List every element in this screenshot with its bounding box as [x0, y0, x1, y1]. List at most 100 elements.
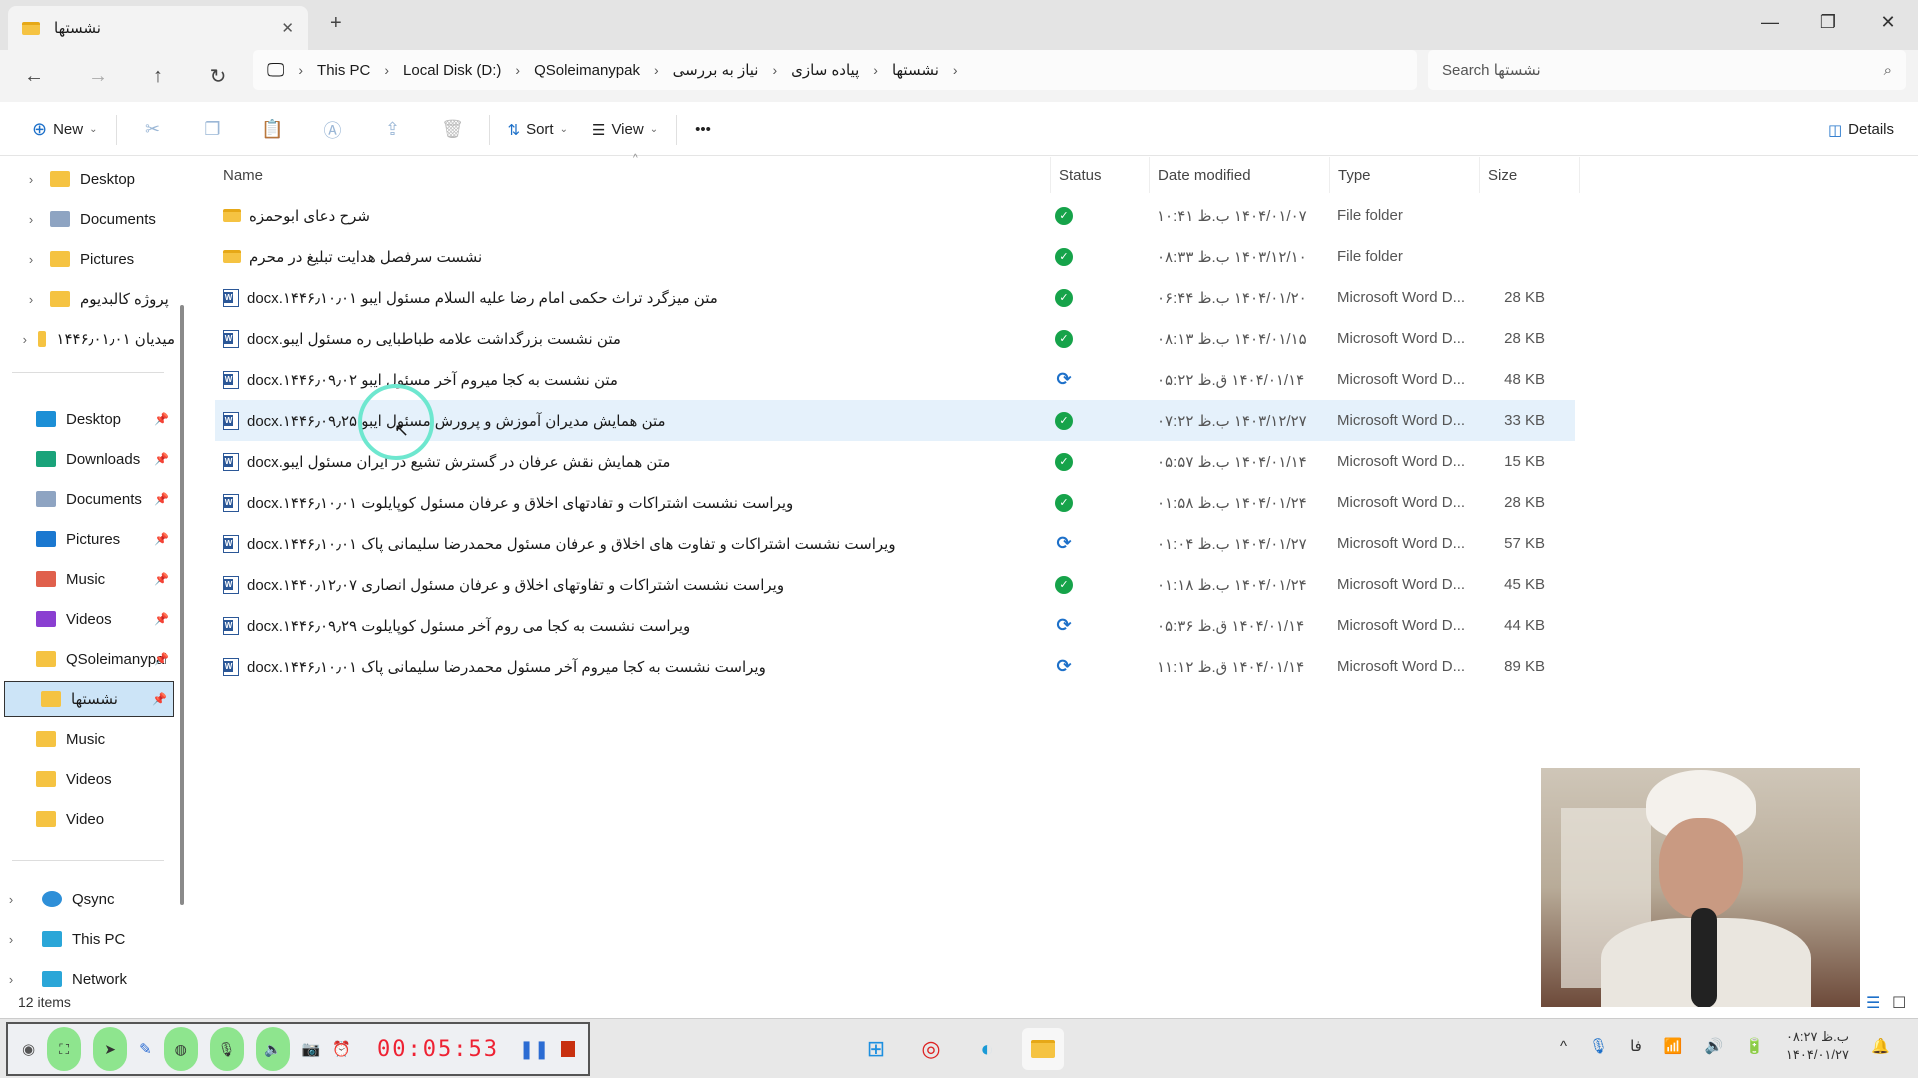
tab-active[interactable]: نشستها ✕	[8, 6, 308, 50]
more-options-button[interactable]: •••	[683, 112, 723, 148]
up-icon[interactable]: ↑	[128, 65, 188, 88]
cursor-icon[interactable]: ➤	[93, 1027, 128, 1071]
microphone-icon[interactable]: 🎙	[209, 1027, 244, 1071]
sidebar-item-quick-access[interactable]: Desktop 📌	[0, 401, 175, 437]
close-window-button[interactable]: ✕	[1860, 6, 1916, 38]
sidebar-tree-item[interactable]: › Documents	[0, 201, 175, 237]
search-input[interactable]: Search نشستها ⌕	[1428, 50, 1906, 90]
chevron-right-icon[interactable]: ›	[20, 252, 42, 267]
battery-icon[interactable]: 🔋	[1745, 1037, 1764, 1055]
forward-icon[interactable]: →	[68, 65, 128, 88]
column-date-modified[interactable]: Date modified	[1150, 157, 1330, 193]
sidebar-item-quick-access[interactable]: Downloads 📌	[0, 441, 175, 477]
new-tab-button[interactable]: +	[330, 12, 342, 35]
sidebar-tree-item[interactable]: › ۱۴۴۶٫۰۱٫۰۱ میدیان	[0, 321, 175, 357]
chevron-up-icon[interactable]: ^	[1560, 1038, 1567, 1055]
chevron-right-icon[interactable]: ›	[0, 972, 22, 987]
sidebar-item-quick-access[interactable]: Videos	[0, 761, 175, 797]
webcam-icon[interactable]: ◍	[163, 1027, 198, 1071]
share-icon[interactable]: ⇪	[363, 119, 423, 140]
file-row[interactable]: ویراست نشست اشتراکات و تفادتهای اخلاق و …	[215, 482, 1575, 523]
sidebar-item-quick-access[interactable]: Video	[0, 801, 175, 837]
file-row[interactable]: ویراست نشست به کجا می روم آخر مسئول کوپا…	[215, 605, 1575, 646]
back-icon[interactable]: ←	[0, 65, 68, 88]
pin-icon[interactable]: 📌	[154, 412, 169, 426]
pin-icon[interactable]: 📌	[154, 532, 169, 546]
sort-button[interactable]: ⇅ Sort ⌄	[496, 112, 580, 148]
file-row[interactable]: متن میزگرد تراث حکمی امام رضا علیه السلا…	[215, 277, 1575, 318]
sidebar-item-quick-access[interactable]: QSoleimanypak 📌	[0, 641, 175, 677]
chevron-right-icon[interactable]: ›	[20, 332, 30, 347]
column-type[interactable]: Type	[1330, 157, 1480, 193]
minimize-button[interactable]: —	[1742, 6, 1798, 38]
pin-icon[interactable]: 📌	[154, 572, 169, 586]
close-tab-button[interactable]: ✕	[281, 19, 294, 37]
eye-icon[interactable]: ◉	[22, 1040, 35, 1058]
rename-icon[interactable]: Ⓐ	[303, 117, 363, 143]
breadcrumb-item[interactable]: This PC	[317, 62, 370, 79]
sidebar-item-quick-access[interactable]: Documents 📌	[0, 481, 175, 517]
notification-icon[interactable]: 🔔	[1871, 1037, 1890, 1055]
column-status[interactable]: Status	[1050, 157, 1150, 193]
file-row[interactable]: ویراست نشست اشتراکات و تفاوتهای اخلاق و …	[215, 564, 1575, 605]
stop-button[interactable]	[561, 1041, 576, 1057]
column-size[interactable]: Size	[1480, 157, 1580, 193]
language-indicator[interactable]: فا	[1630, 1037, 1642, 1055]
pin-icon[interactable]: 📌	[154, 652, 169, 666]
file-row[interactable]: نشست سرفصل هدایت تبلیغ در محرم ✓ ۱۴۰۳/۱۲/۱…	[215, 236, 1575, 277]
pin-icon[interactable]: 📌	[154, 492, 169, 506]
sidebar-item-this-pc[interactable]: › This PC	[0, 921, 175, 957]
maximize-button[interactable]: ❐	[1800, 6, 1856, 38]
sidebar-item-quick-access[interactable]: Music	[0, 721, 175, 757]
sidebar-item-network[interactable]: › Network	[0, 961, 175, 997]
breadcrumb-item[interactable]: نشستها	[892, 61, 939, 79]
breadcrumb-item[interactable]: QSoleimanypak	[534, 62, 640, 79]
start-button[interactable]: ⊞	[855, 1028, 897, 1070]
sidebar-item-quick-access[interactable]: نشستها 📌	[4, 681, 174, 717]
chevron-right-icon[interactable]: ›	[20, 292, 42, 307]
details-view-icon[interactable]: ☰	[1866, 993, 1880, 1013]
tiles-view-icon[interactable]: ☐	[1892, 993, 1906, 1013]
chevron-right-icon[interactable]: ›	[20, 172, 42, 187]
wifi-icon[interactable]: 📶	[1664, 1037, 1683, 1055]
microphone-icon[interactable]: 🎙	[1589, 1037, 1608, 1055]
copy-icon[interactable]: ❐	[183, 119, 243, 140]
sidebar-tree-item[interactable]: › پروژه کالبدیوم	[0, 281, 175, 317]
pin-icon[interactable]: 📌	[152, 692, 167, 706]
breadcrumb-item[interactable]: نیاز به بررسی	[673, 61, 759, 79]
sidebar-item-quick-access[interactable]: Videos 📌	[0, 601, 175, 637]
file-row[interactable]: ویراست نشست به کجا میروم آخر مسئول محمدر…	[215, 646, 1575, 687]
file-row[interactable]: ویراست نشست اشتراکات و تفاوت های اخلاق و…	[215, 523, 1575, 564]
pin-icon[interactable]: 📌	[154, 452, 169, 466]
address-bar[interactable]: 🖵 › This PC › Local Disk (D:) › QSoleimany…	[253, 50, 1417, 90]
view-button[interactable]: ☰ View ⌄	[580, 112, 670, 148]
file-row[interactable]: شرح دعای ابوحمزه ✓ ۱۴۰۴/۰۱/۰۷ ب.ظ ۱۰:۴۱ Fil…	[215, 195, 1575, 236]
file-explorer-icon[interactable]	[1022, 1028, 1064, 1070]
sidebar-tree-item[interactable]: › Desktop	[0, 161, 175, 197]
chevron-right-icon[interactable]: ›	[20, 212, 42, 227]
edge-icon[interactable]: ◐	[966, 1028, 1008, 1070]
speaker-icon[interactable]: 🔈	[255, 1027, 290, 1071]
chevron-right-icon[interactable]: ›	[0, 932, 22, 947]
breadcrumb-item[interactable]: پیاده سازی	[791, 61, 859, 79]
sidebar-tree-item[interactable]: › Pictures	[0, 241, 175, 277]
volume-icon[interactable]: 🔊	[1705, 1037, 1724, 1055]
breadcrumb-item[interactable]: Local Disk (D:)	[403, 62, 501, 79]
paste-icon[interactable]: 📋	[243, 119, 303, 140]
alarm-icon[interactable]: ⏰	[332, 1040, 351, 1058]
details-button[interactable]: ◫ Details	[1816, 112, 1906, 148]
refresh-icon[interactable]: ↻	[188, 64, 248, 89]
camera-icon[interactable]: 📷	[302, 1040, 321, 1058]
pen-icon[interactable]: ✎	[139, 1040, 152, 1058]
pause-button[interactable]: ❚❚	[519, 1039, 549, 1060]
fullscreen-icon[interactable]: ⛶	[47, 1027, 82, 1071]
sidebar-item-qsync[interactable]: › Qsync	[0, 881, 175, 917]
new-button[interactable]: ⊕ New ⌄	[20, 112, 110, 148]
chevron-right-icon[interactable]: ›	[0, 892, 22, 907]
cut-icon[interactable]: ✂	[123, 119, 183, 140]
clock[interactable]: ب.ظ ۰۸:۲۷ ۱۴۰۴/۰۱/۲۷	[1786, 1028, 1849, 1064]
sidebar-scrollbar[interactable]	[180, 305, 184, 905]
sidebar-item-quick-access[interactable]: Pictures 📌	[0, 521, 175, 557]
delete-icon[interactable]: 🗑	[423, 119, 483, 140]
pin-icon[interactable]: 📌	[154, 612, 169, 626]
